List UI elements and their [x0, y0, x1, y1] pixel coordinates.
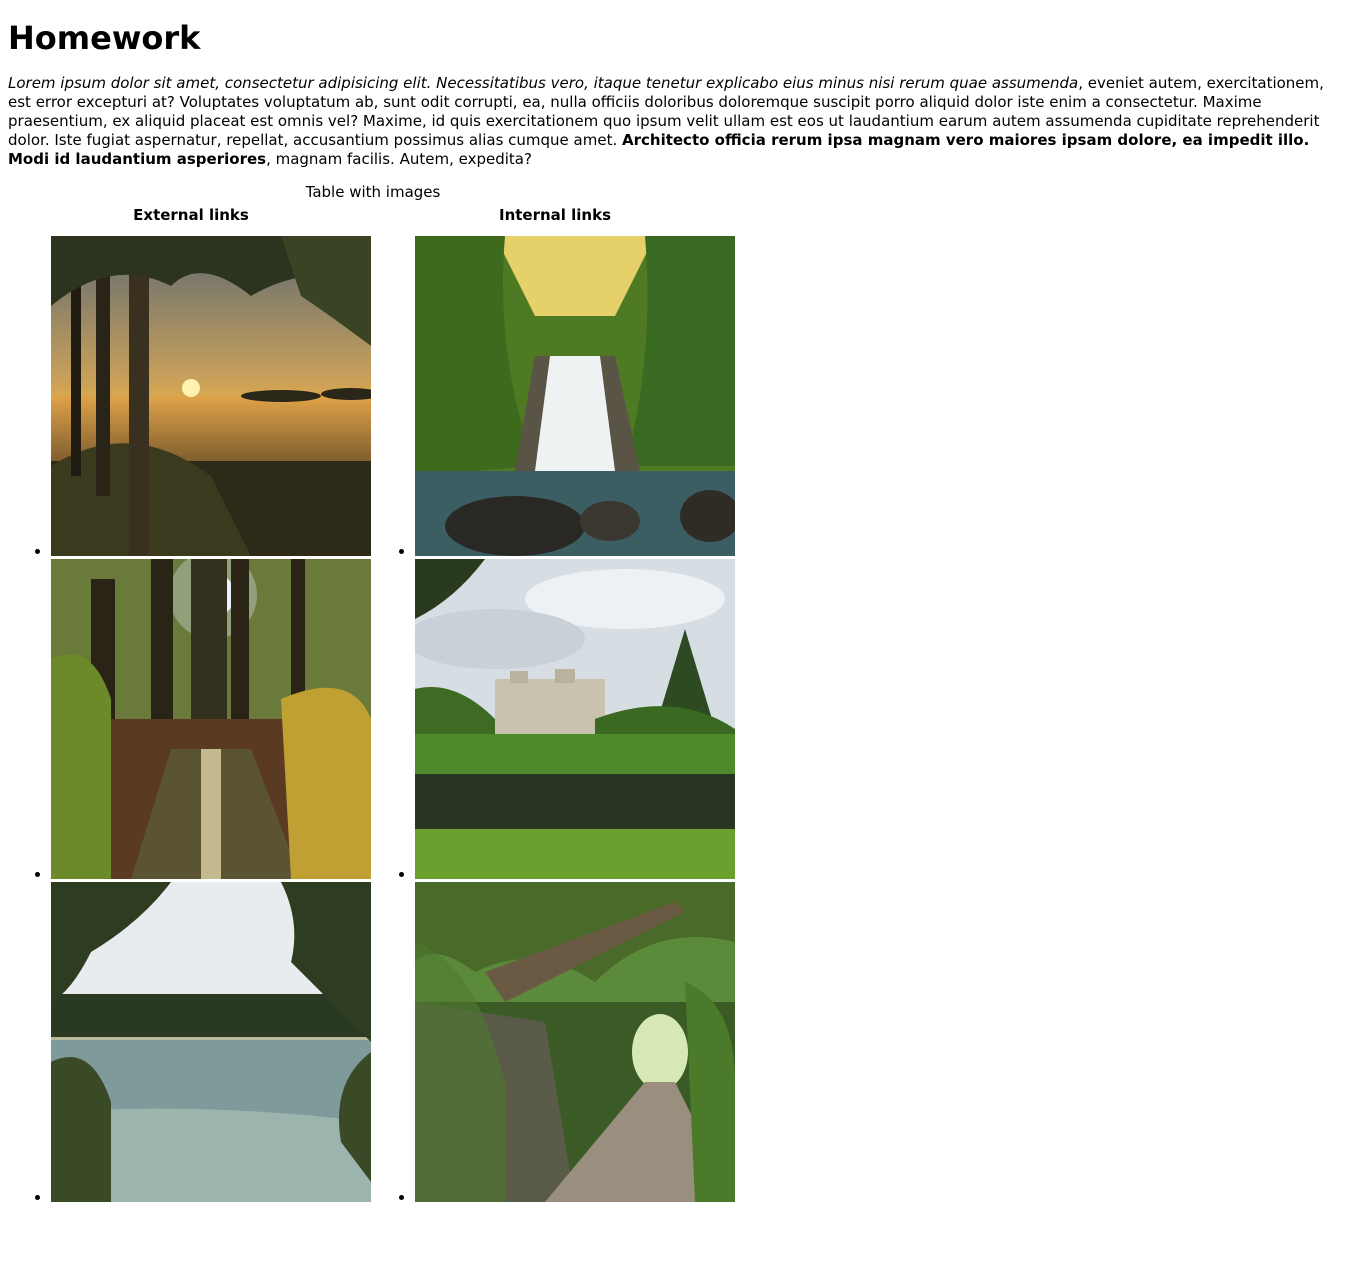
list-item [415, 236, 735, 557]
internal-links-list [375, 236, 735, 1203]
list-item [415, 559, 735, 880]
header-internal-links: Internal links [498, 206, 612, 225]
image-table: Table with images External links Interna… [8, 183, 738, 1205]
external-image-link-3[interactable] [51, 882, 371, 1203]
page: Homework Lorem ipsum dolor sit amet, con… [0, 19, 1349, 1205]
internal-image-link-3[interactable] [415, 882, 735, 1203]
list-item [51, 882, 371, 1203]
intro-plain-text-2: , magnam facilis. Autem, expedita? [266, 150, 532, 169]
internal-links-cell [374, 227, 736, 1203]
list-item [51, 236, 371, 557]
internal-image-link-1[interactable] [415, 236, 735, 557]
tree-tunnel-image [415, 882, 735, 1203]
lake-trees-image [51, 882, 371, 1203]
list-item [415, 882, 735, 1203]
page-title: Homework [8, 19, 201, 57]
internal-image-link-2[interactable] [415, 559, 735, 880]
castle-river-image [415, 559, 735, 880]
list-item [51, 559, 371, 880]
external-image-link-1[interactable] [51, 236, 371, 557]
external-links-cell [10, 227, 372, 1203]
external-image-link-2[interactable] [51, 559, 371, 880]
intro-italic-text: Lorem ipsum dolor sit amet, consectetur … [8, 74, 1079, 93]
table-caption: Table with images [305, 183, 441, 202]
waterfall-image [415, 236, 735, 557]
external-links-list [11, 236, 371, 1203]
lake-sunset-image [51, 236, 371, 557]
header-external-links: External links [133, 206, 249, 225]
intro-paragraph: Lorem ipsum dolor sit amet, consectetur … [8, 74, 1341, 169]
forest-boardwalk-image [51, 559, 371, 880]
